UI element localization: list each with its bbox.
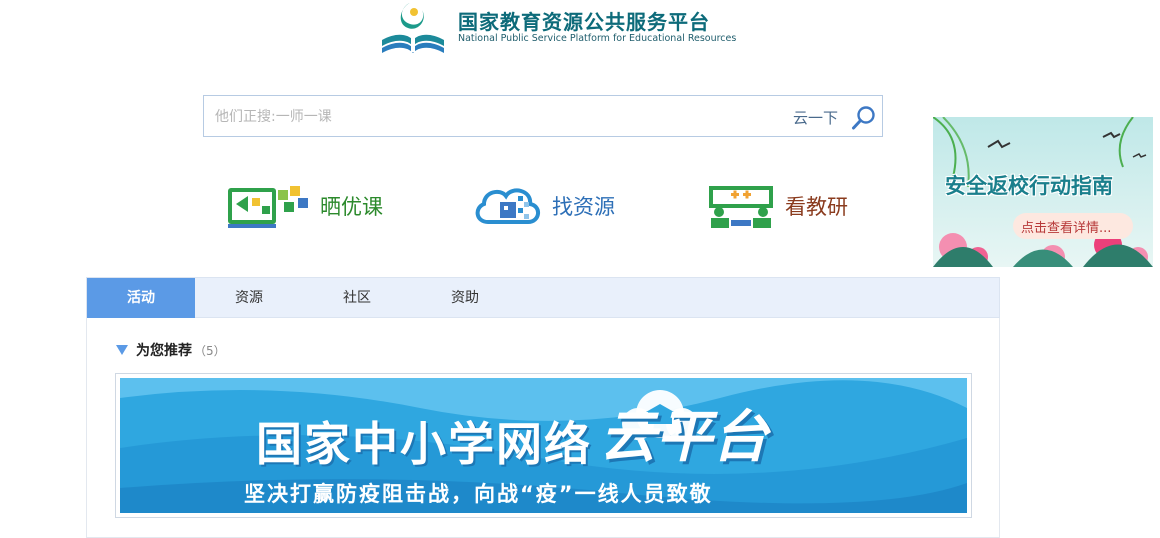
logo-emblem-icon [382, 2, 444, 53]
recommend-title: 为您推荐 [136, 343, 192, 359]
banner-cloud-text: 云平台 [600, 404, 768, 470]
quick-nav-find-resources[interactable]: 找资源 [472, 180, 615, 232]
banner-subtitle: 坚决打赢防疫阻击战，向战“疫”一线人员致敬 [244, 482, 713, 506]
quick-nav-showcase-class[interactable]: 晒优课 [226, 180, 383, 232]
triangle-down-icon [116, 345, 128, 355]
banner-title: 国家中小学网络 [256, 417, 592, 471]
search-icon[interactable] [851, 105, 877, 131]
recommend-header[interactable]: 为您推荐 （5） [116, 340, 226, 360]
cloud-resource-icon [475, 188, 540, 224]
site-subtitle: National Public Service Platform for Edu… [458, 33, 737, 44]
ad-subtitle: 点击查看详情... [1021, 221, 1112, 236]
search-box: 云一下 [203, 95, 883, 137]
quick-nav-teaching-research[interactable]: 看教研 [705, 180, 848, 232]
search-input[interactable] [213, 106, 757, 128]
recommend-count: （5） [194, 343, 226, 358]
category-tabs: 活动 资源 社区 资助 [86, 277, 1000, 318]
safety-guide-ad[interactable]: 安全返校行动指南 点击查看详情... [933, 117, 1153, 267]
quick-nav-label: 找资源 [552, 195, 615, 219]
quick-nav-label: 看教研 [785, 195, 848, 219]
banner-image: 国家中小学网络 云平台 坚决打赢防疫阻击战，向战“疫”一线人员致敬 [120, 378, 967, 513]
ad-title: 安全返校行动指南 [945, 174, 1113, 198]
site-title: 国家教育资源公共服务平台 [458, 10, 710, 34]
quick-nav-label: 晒优课 [320, 195, 383, 219]
tab-content-panel: 为您推荐 （5） 国家中小学网络 云平台 坚决打赢防疫阻击战，向战“疫”一线人员… [86, 318, 1000, 538]
site-logo[interactable]: 国家教育资源公共服务平台 National Public Service Pla… [378, 0, 748, 56]
cloud-platform-banner[interactable]: 国家中小学网络 云平台 坚决打赢防疫阻击战，向战“疫”一线人员致敬 [115, 373, 972, 518]
tab-funding[interactable]: 资助 [411, 278, 519, 318]
search-button-label[interactable]: 云一下 [793, 107, 838, 128]
showcase-class-icon [228, 186, 308, 228]
tab-community[interactable]: 社区 [303, 278, 411, 318]
teaching-research-icon [709, 186, 773, 228]
tab-resources[interactable]: 资源 [195, 278, 303, 318]
tab-activities[interactable]: 活动 [87, 278, 195, 318]
